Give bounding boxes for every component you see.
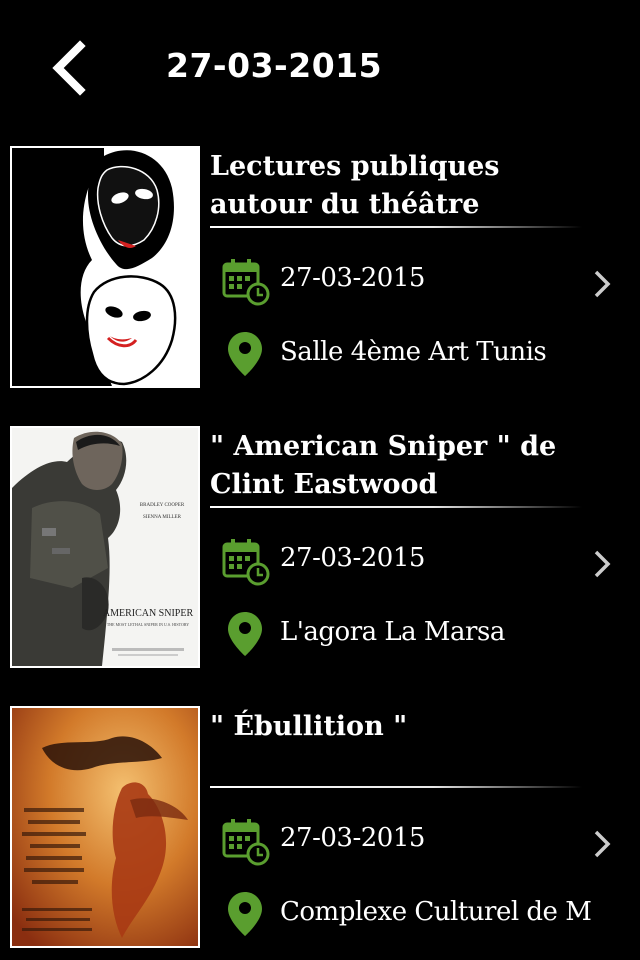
event-title: " American Sniper " de Clint Eastwood	[210, 428, 630, 504]
theatre-masks-image	[12, 148, 198, 386]
event-date: 27-03-2015	[280, 823, 425, 853]
event-title-line: " American Sniper " de	[210, 431, 557, 462]
event-list-item[interactable]: " Ébullition " 27-03-2015 Complexe Cultu…	[0, 706, 640, 950]
event-title-line: " Ébullition "	[210, 711, 408, 742]
poster-credit: BRADLEY COOPER	[140, 503, 185, 508]
event-poster: BRADLEY COOPER SIENNA MILLER AMERICAN SN…	[10, 426, 200, 668]
event-date: 27-03-2015	[280, 543, 425, 573]
chevron-right-icon[interactable]	[590, 268, 614, 300]
event-title: " Ébullition "	[210, 708, 630, 746]
title-divider	[210, 786, 582, 788]
poster-title: AMERICAN SNIPER	[103, 608, 194, 619]
event-title-line: Clint Eastwood	[210, 469, 438, 500]
event-list-item[interactable]: Lectures publiques autour du théâtre 27-…	[0, 146, 640, 390]
event-venue: Complexe Culturel de M	[280, 897, 592, 927]
chevron-right-icon[interactable]	[590, 828, 614, 860]
location-pin-icon	[228, 332, 262, 376]
page-title: 27-03-2015	[166, 46, 383, 85]
calendar-clock-icon	[222, 819, 270, 866]
event-list-item[interactable]: BRADLEY COOPER SIENNA MILLER AMERICAN SN…	[0, 426, 640, 670]
chevron-right-icon[interactable]	[590, 548, 614, 580]
calendar-clock-icon	[222, 539, 270, 586]
title-divider	[210, 226, 582, 228]
event-title: Lectures publiques autour du théâtre	[210, 148, 630, 224]
app-header: 27-03-2015	[0, 0, 640, 130]
american-sniper-poster-image: BRADLEY COOPER SIENNA MILLER AMERICAN SN…	[12, 428, 198, 666]
calendar-clock-icon	[222, 259, 270, 306]
event-poster	[10, 706, 200, 948]
poster-credit: SIENNA MILLER	[143, 515, 182, 520]
chevron-left-icon	[52, 40, 86, 96]
back-button[interactable]	[48, 40, 92, 96]
location-pin-icon	[228, 892, 262, 936]
event-title-line: autour du théâtre	[210, 189, 480, 220]
event-venue: Salle 4ème Art Tunis	[280, 337, 547, 367]
event-title-line: Lectures publiques	[210, 151, 500, 182]
location-pin-icon	[228, 612, 262, 656]
poster-tagline: THE MOST LETHAL SNIPER IN U.S. HISTORY	[107, 622, 189, 627]
event-poster	[10, 146, 200, 388]
event-date: 27-03-2015	[280, 263, 425, 293]
event-venue: L'agora La Marsa	[280, 617, 505, 647]
ebullition-poster-image	[12, 708, 198, 946]
title-divider	[210, 506, 582, 508]
